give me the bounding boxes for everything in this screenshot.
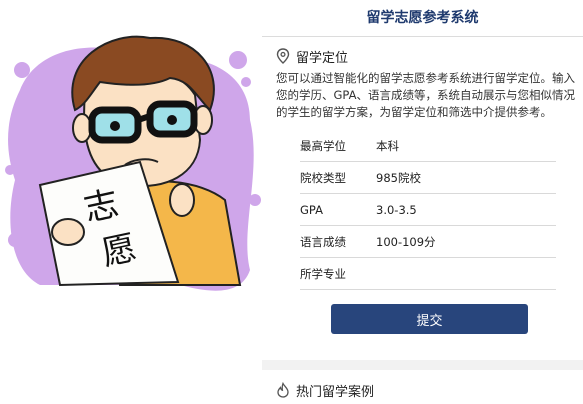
field-label: 所学专业 [300, 266, 346, 281]
field-label: 语言成绩 [300, 234, 346, 249]
form-row-language[interactable]: 语言成绩 100-109分 [300, 226, 556, 258]
intro-text: 您可以通过智能化的留学志愿参考系统进行留学定位。输入您的学历、GPA、语言成绩等… [276, 71, 575, 119]
section-divider [262, 360, 583, 370]
section-title: 留学定位 [296, 50, 349, 66]
hero-illustration: 志 愿 [0, 0, 262, 404]
language-score-select[interactable]: 100-109分 [376, 234, 556, 250]
section-title: 热门留学案例 [296, 384, 375, 400]
positioning-form: 最高学位 本科 院校类型 985院校 GPA 3.0-3.5 语言成绩 100-… [300, 130, 556, 290]
section-cases-header: 热门留学案例 [276, 380, 374, 400]
field-label: 院校类型 [300, 170, 346, 185]
section-positioning-header: 留学定位 [276, 46, 348, 66]
page-title: 留学志愿参考系统 [262, 0, 583, 37]
form-row-degree[interactable]: 最高学位 本科 [300, 130, 556, 162]
gpa-select[interactable]: 3.0-3.5 [376, 203, 556, 217]
flame-icon [277, 382, 289, 398]
field-label: 最高学位 [300, 138, 346, 153]
school-type-select[interactable]: 985院校 [376, 170, 556, 186]
form-row-major[interactable]: 所学专业 [300, 258, 556, 290]
form-row-gpa[interactable]: GPA 3.0-3.5 [300, 194, 556, 226]
field-label: GPA [300, 202, 323, 217]
degree-select[interactable]: 本科 [376, 138, 556, 154]
form-row-school-type[interactable]: 院校类型 985院校 [300, 162, 556, 194]
cartoon-student-image: 志 愿 [5, 35, 261, 291]
location-pin-icon [276, 48, 290, 64]
submit-button[interactable]: 提交 [331, 304, 528, 334]
app-panel: 留学志愿参考系统 留学定位 您可以通过智能化的留学志愿参考系统进行留学定位。输入… [262, 0, 583, 404]
